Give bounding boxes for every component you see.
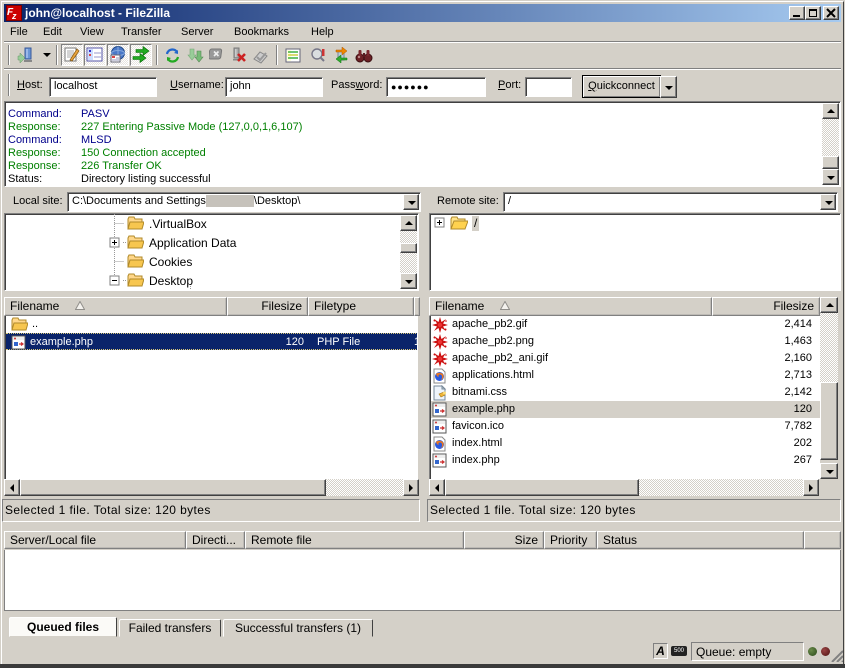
- svg-text:z: z: [11, 11, 17, 20]
